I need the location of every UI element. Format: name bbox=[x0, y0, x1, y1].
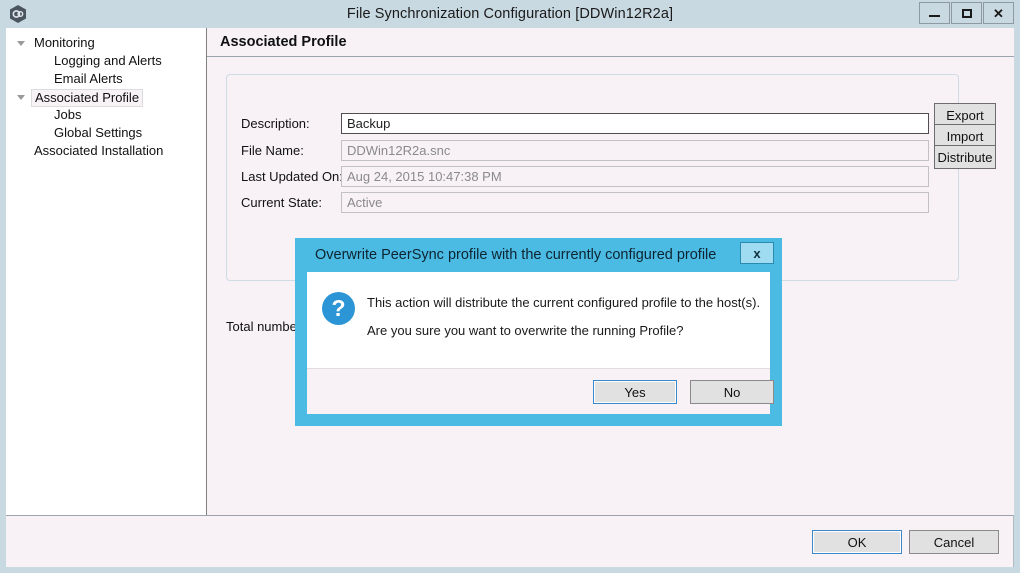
chevron-down-icon[interactable] bbox=[17, 41, 25, 50]
file-name-label: File Name: bbox=[241, 143, 304, 158]
window-title: File Synchronization Configuration [DDWi… bbox=[346, 6, 674, 22]
sidebar-item-label: Associated Profile bbox=[31, 89, 144, 107]
ok-button[interactable]: OK bbox=[812, 530, 902, 554]
close-button[interactable]: ✕ bbox=[983, 2, 1014, 24]
dialog-body: ? This action will distribute the curren… bbox=[307, 272, 774, 414]
close-icon: x bbox=[753, 245, 761, 261]
dialog-title: Overwrite PeerSync profile with the curr… bbox=[315, 247, 717, 263]
overwrite-profile-dialog: Overwrite PeerSync profile with the curr… bbox=[295, 238, 782, 426]
sidebar-item-label: Jobs bbox=[54, 107, 82, 122]
cancel-button[interactable]: Cancel bbox=[909, 530, 999, 554]
sidebar-item-jobs[interactable]: Jobs bbox=[6, 106, 206, 124]
sidebar-item-monitoring[interactable]: Monitoring bbox=[6, 34, 206, 52]
navigation-sidebar: Monitoring Logging and Alerts Email Aler… bbox=[6, 28, 207, 515]
last-updated-on-input bbox=[341, 166, 929, 187]
sidebar-item-global-settings[interactable]: Global Settings bbox=[6, 124, 206, 142]
current-state-label: Current State: bbox=[241, 195, 322, 210]
file-name-input bbox=[341, 140, 929, 161]
page-title: Associated Profile bbox=[207, 28, 1014, 57]
description-input[interactable] bbox=[341, 113, 929, 134]
distribute-button[interactable]: Distribute bbox=[934, 145, 996, 169]
minimize-icon bbox=[929, 15, 940, 17]
dialog-message-line-1: This action will distribute the current … bbox=[367, 295, 761, 310]
yes-button[interactable]: Yes bbox=[593, 380, 677, 404]
dialog-message-line-2: Are you sure you want to overwrite the r… bbox=[367, 323, 684, 338]
field-row-description: Description: bbox=[241, 113, 941, 134]
field-row-file-name: File Name: bbox=[241, 140, 941, 161]
footer-bar: OK Cancel bbox=[6, 515, 1014, 567]
sidebar-item-logging-and-alerts[interactable]: Logging and Alerts bbox=[6, 52, 206, 70]
field-row-current-state: Current State: bbox=[241, 192, 941, 213]
sidebar-item-label: Email Alerts bbox=[54, 71, 123, 86]
nav-tree: Monitoring Logging and Alerts Email Aler… bbox=[6, 28, 206, 160]
sidebar-item-label: Logging and Alerts bbox=[54, 53, 162, 68]
last-updated-on-label: Last Updated On: bbox=[241, 169, 343, 184]
title-bar: File Synchronization Configuration [DDWi… bbox=[0, 0, 1020, 28]
maximize-icon bbox=[961, 8, 972, 18]
no-button[interactable]: No bbox=[690, 380, 774, 404]
dialog-close-button[interactable]: x bbox=[740, 242, 774, 264]
dialog-button-bar: Yes No bbox=[307, 368, 774, 414]
question-icon: ? bbox=[322, 292, 355, 325]
sidebar-item-associated-installation[interactable]: Associated Installation bbox=[6, 142, 206, 160]
sidebar-item-label: Associated Installation bbox=[34, 143, 164, 158]
description-label: Description: bbox=[241, 116, 310, 131]
maximize-button[interactable] bbox=[951, 2, 982, 24]
chevron-down-icon[interactable] bbox=[17, 95, 25, 104]
application-window: File Synchronization Configuration [DDWi… bbox=[0, 0, 1020, 573]
minimize-button[interactable] bbox=[919, 2, 950, 24]
sidebar-item-label: Global Settings bbox=[54, 125, 143, 140]
total-number-label: Total numbe bbox=[226, 319, 297, 334]
sidebar-item-label: Monitoring bbox=[34, 35, 95, 50]
sidebar-item-email-alerts[interactable]: Email Alerts bbox=[6, 70, 206, 88]
current-state-input bbox=[341, 192, 929, 213]
field-row-last-updated-on: Last Updated On: bbox=[241, 166, 941, 187]
sidebar-item-associated-profile[interactable]: Associated Profile bbox=[6, 88, 206, 107]
close-icon: ✕ bbox=[993, 5, 1004, 21]
window-controls: ✕ bbox=[918, 2, 1014, 26]
